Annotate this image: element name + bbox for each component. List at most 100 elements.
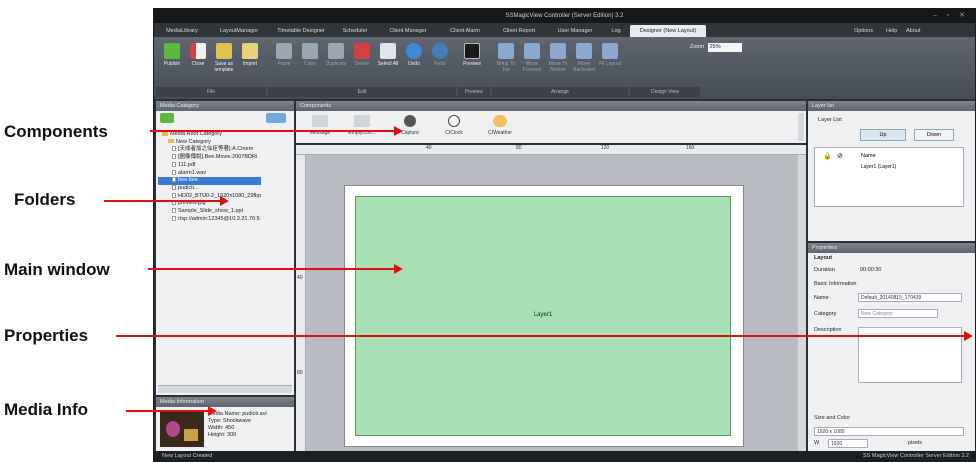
tree-folder[interactable]: Media Root Category bbox=[158, 131, 261, 139]
duplicate-label: Duplicate bbox=[325, 61, 347, 67]
tree-file[interactable]: [天成者加之仙臣等著].A.Cinem bbox=[158, 146, 261, 154]
tree-item-label: bee.bee bbox=[178, 177, 198, 184]
publish-label: Publish bbox=[163, 61, 181, 67]
undo-label: Undo bbox=[408, 61, 420, 67]
name-label: Name bbox=[814, 295, 829, 301]
media-info-header: Media Information bbox=[156, 397, 294, 407]
select-all-icon bbox=[380, 43, 396, 59]
copy-icon bbox=[302, 43, 318, 59]
zoom-select[interactable]: 25% bbox=[707, 43, 742, 52]
close-button[interactable]: Close bbox=[186, 43, 210, 67]
tab-layoutmanager[interactable]: LayoutManager bbox=[210, 25, 268, 37]
help-link[interactable]: Help bbox=[886, 25, 897, 37]
duplicate-icon bbox=[328, 43, 344, 59]
layer1-region[interactable]: Layer1 bbox=[355, 196, 731, 436]
screenshot-stage: SSMagicView Controller (Server Edition) … bbox=[0, 0, 976, 462]
zoom-control: Zoom 25% bbox=[690, 43, 742, 52]
component-message[interactable]: Message bbox=[300, 115, 340, 136]
tab-client-alarm[interactable]: Client Alarm bbox=[440, 25, 490, 37]
tab-medialibrary[interactable]: MediaLibrary bbox=[156, 25, 208, 37]
annotation-properties: Properties bbox=[4, 326, 89, 345]
file-icon bbox=[172, 184, 176, 190]
tab-user-manager[interactable]: User Manager bbox=[548, 25, 602, 37]
delete-button[interactable]: Delete bbox=[350, 43, 374, 67]
publish-button[interactable]: Publish bbox=[160, 43, 184, 67]
file-icon bbox=[172, 146, 176, 152]
annotation-arrow-folders bbox=[104, 196, 229, 206]
tab-timetable-designer[interactable]: Timetable Designer bbox=[270, 25, 332, 37]
tree-file[interactable]: 111.pdf bbox=[158, 162, 261, 170]
layout-artboard[interactable]: Layer1 bbox=[344, 185, 744, 447]
media-info-height: Height: 300 bbox=[208, 432, 237, 438]
preview-label: Preview bbox=[463, 61, 481, 67]
tree-file[interactable]: rtsp://admin:12345@10.3.21.76:5 bbox=[158, 216, 261, 224]
layer-down-button[interactable]: Down bbox=[914, 129, 954, 141]
layer-list-panel: Layer list Layer List Up Down 🔒 ⊘ Name L… bbox=[808, 101, 975, 241]
tab-designer-new-layout[interactable]: Designer (New Layout) bbox=[630, 25, 706, 37]
move-to-bottom-button[interactable]: Move To Bottom bbox=[546, 43, 570, 73]
import-button[interactable]: Import bbox=[238, 43, 262, 67]
redo-label: Redo bbox=[434, 61, 446, 67]
preview-button[interactable]: Preview bbox=[460, 43, 484, 67]
copy-button[interactable]: Copy bbox=[298, 43, 322, 67]
tree-file[interactable]: Sample_Slide_show_1.ppt bbox=[158, 208, 261, 216]
import-label: Import bbox=[242, 61, 258, 67]
duration-value[interactable]: 00:00:30 bbox=[860, 267, 881, 273]
status-bar: New Layout Created SS MagicView Controll… bbox=[154, 451, 975, 461]
basic-information-section: Basic Information bbox=[814, 281, 857, 287]
check-icon bbox=[164, 43, 180, 59]
duplicate-button[interactable]: Duplicate bbox=[324, 43, 348, 67]
folder-icon bbox=[162, 131, 168, 136]
component-ciweather[interactable]: CIWeather bbox=[480, 115, 520, 136]
tree-file[interactable]: pudicti... bbox=[158, 185, 261, 193]
ruler-tick-160: 160 bbox=[686, 145, 695, 151]
components-scrollbar[interactable] bbox=[798, 113, 804, 141]
camera-icon bbox=[404, 115, 416, 127]
window-controls[interactable]: – ▫ ✕ bbox=[933, 9, 969, 23]
annotation-arrow-main-window bbox=[148, 264, 403, 274]
paste-button[interactable]: Paste bbox=[272, 43, 296, 67]
fit-layout-button[interactable]: Fit Layout bbox=[598, 43, 622, 67]
tab-client-manager[interactable]: Client Manager bbox=[378, 25, 438, 37]
about-link[interactable]: About bbox=[906, 25, 920, 37]
save-as-template-button[interactable]: Save as template bbox=[212, 43, 236, 73]
size-preset-select[interactable]: 1920 x 1080 bbox=[814, 427, 964, 436]
name-field[interactable]: Default_20140815_170439 bbox=[858, 293, 962, 302]
refresh-icon[interactable] bbox=[160, 113, 174, 123]
component-ciclock-label: CIClock bbox=[445, 130, 463, 136]
tree-file[interactable]: alarm1.wav bbox=[158, 170, 261, 178]
tree-file[interactable]: [圖像傳說].Bee.Movie.2007BDRi bbox=[158, 154, 261, 162]
delete-label: Delete bbox=[354, 61, 370, 67]
options-link[interactable]: Options bbox=[854, 25, 873, 37]
tab-log[interactable]: Log bbox=[604, 25, 628, 37]
move-to-bottom-label: Move To Bottom bbox=[548, 61, 568, 73]
layer-row[interactable]: Layer1 (Layer1) bbox=[861, 164, 896, 170]
ribbon-group-edit: Edit bbox=[268, 87, 456, 97]
tab-scheduler[interactable]: Scheduler bbox=[334, 25, 376, 37]
component-emptycontainer[interactable]: EmptyCon... bbox=[342, 115, 382, 136]
undo-button[interactable]: Undo bbox=[402, 43, 426, 67]
layer-up-button[interactable]: Up bbox=[860, 129, 906, 141]
lock-icon: 🔒 bbox=[823, 153, 832, 160]
vertical-ruler: 40 80 bbox=[296, 155, 306, 451]
horizontal-scrollbar[interactable] bbox=[158, 385, 292, 393]
move-backward-button[interactable]: Move Backward bbox=[572, 43, 596, 73]
width-field[interactable]: 1920 bbox=[828, 439, 868, 448]
canvas-vertical-scrollbar[interactable] bbox=[798, 155, 806, 451]
annotation-arrow-media-info bbox=[126, 406, 217, 416]
filter-icon[interactable] bbox=[266, 113, 286, 123]
bring-to-top-button[interactable]: Bring To Top bbox=[494, 43, 518, 73]
tab-bar: MediaLibrary LayoutManager Timetable Des… bbox=[154, 23, 975, 37]
file-icon bbox=[172, 161, 176, 167]
category-select[interactable]: New Category bbox=[858, 309, 938, 318]
tab-client-report[interactable]: Client Report bbox=[492, 25, 546, 37]
redo-button[interactable]: Redo bbox=[428, 43, 452, 67]
design-canvas[interactable]: 40 80 120 160 40 80 Layer1 bbox=[296, 145, 806, 451]
title-bar: SSMagicView Controller (Server Edition) … bbox=[154, 9, 975, 23]
tree-item-label: New Category bbox=[176, 138, 211, 145]
move-forward-button[interactable]: Move Forward bbox=[520, 43, 544, 73]
select-all-button[interactable]: Select All bbox=[376, 43, 400, 67]
component-ciclock[interactable]: CIClock bbox=[434, 115, 474, 136]
tree-file[interactable]: bee.bee bbox=[158, 177, 262, 185]
copy-label: Copy bbox=[304, 61, 316, 67]
